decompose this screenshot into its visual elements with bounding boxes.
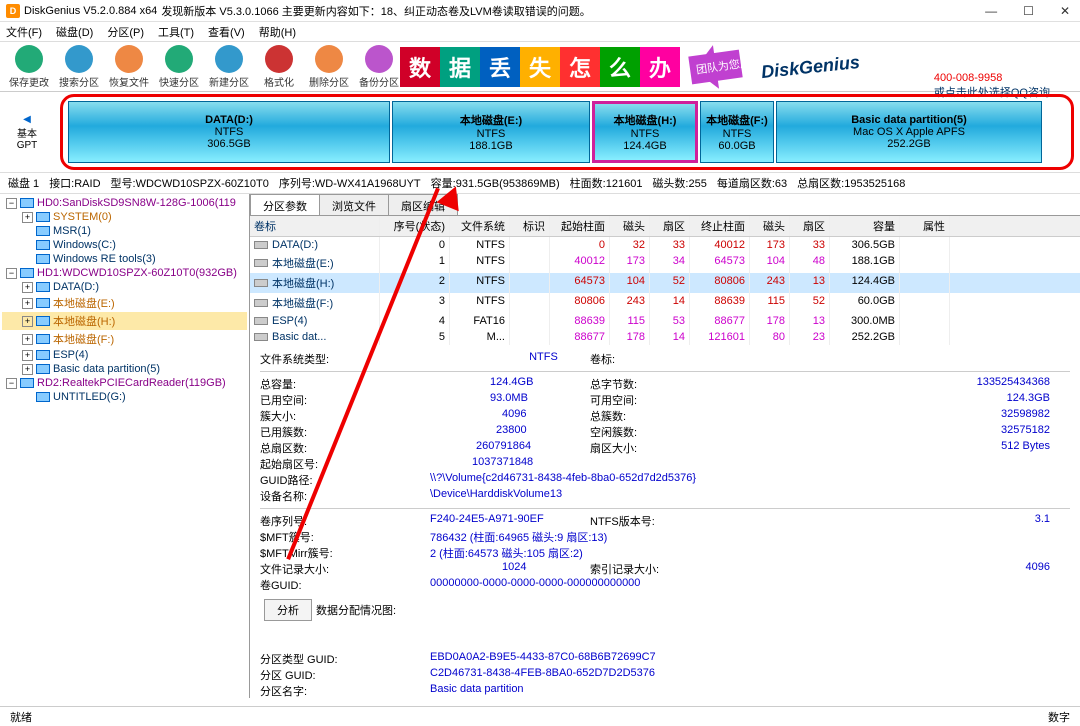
analyze-button[interactable]: 分析 bbox=[264, 599, 312, 621]
tree-node[interactable]: −HD1:WDCWD10SPZX-60Z10T0(932GB) bbox=[2, 266, 247, 280]
table-row[interactable]: ESP(4)4FAT1688639115538867717813300.0MB bbox=[250, 313, 1080, 329]
tree-node[interactable]: Windows RE tools(3) bbox=[2, 252, 247, 266]
tree-node[interactable]: +DATA(D:) bbox=[2, 280, 247, 294]
disk-info-line: 磁盘 1 接口:RAID 型号:WDCWD10SPZX-60Z10T0 序列号:… bbox=[0, 172, 1080, 194]
table-row[interactable]: DATA(D:)0NTFS032334001217333306.5GB bbox=[250, 237, 1080, 253]
tree-node[interactable]: +SYSTEM(0) bbox=[2, 210, 247, 224]
partition-block[interactable]: 本地磁盘(F:)NTFS60.0GB bbox=[700, 101, 774, 163]
menu-item[interactable]: 磁盘(D) bbox=[56, 24, 93, 40]
maximize-button[interactable]: ☐ bbox=[1019, 4, 1038, 18]
brand-text: DiskGenius bbox=[760, 51, 861, 82]
table-row[interactable]: 本地磁盘(F:)3NTFS8080624314886391155260.0GB bbox=[250, 293, 1080, 313]
menu-item[interactable]: 帮助(H) bbox=[259, 24, 296, 40]
menu-item[interactable]: 查看(V) bbox=[208, 24, 245, 40]
back-arrow[interactable]: ◀ bbox=[23, 114, 31, 125]
tree-node[interactable]: UNTITLED(G:) bbox=[2, 390, 247, 404]
toolbar-button[interactable]: 快速分区 bbox=[154, 45, 204, 89]
partition-table[interactable]: 卷标序号(状态)文件系统标识起始柱面磁头扇区终止柱面磁头扇区容量属性 DATA(… bbox=[250, 216, 1080, 345]
tree-node[interactable]: Windows(C:) bbox=[2, 238, 247, 252]
table-row[interactable]: 本地磁盘(H:)2NTFS64573104528080624313124.4GB bbox=[250, 273, 1080, 293]
status-bar: 就绪数字 bbox=[0, 706, 1080, 726]
promo-banner: 数据丢失怎么办 团队为您服务 DiskGenius bbox=[400, 44, 860, 90]
toolbar-button[interactable]: 保存更改 bbox=[4, 45, 54, 89]
tab[interactable]: 浏览文件 bbox=[319, 194, 389, 215]
tree-node[interactable]: +本地磁盘(E:) bbox=[2, 294, 247, 312]
partition-block[interactable]: 本地磁盘(H:)NTFS124.4GB bbox=[592, 101, 698, 163]
table-row[interactable]: 本地磁盘(E:)1NTFS40012173346457310448188.1GB bbox=[250, 253, 1080, 273]
tab-bar: 分区参数浏览文件扇区编辑 bbox=[250, 194, 1080, 216]
partition-block[interactable]: Basic data partition(5)Mac OS X Apple AP… bbox=[776, 101, 1042, 163]
title-bar: D DiskGenius V5.2.0.884 x64 发现新版本 V5.3.0… bbox=[0, 0, 1080, 22]
app-icon: D bbox=[6, 4, 20, 18]
tree-node[interactable]: −RD2:RealtekPCIECardReader(119GB) bbox=[2, 376, 247, 390]
toolbar-button[interactable]: 新建分区 bbox=[204, 45, 254, 89]
toolbar-button[interactable]: 格式化 bbox=[254, 45, 304, 89]
toolbar-button[interactable]: 备份分区 bbox=[354, 45, 404, 89]
update-banner: 发现新版本 V5.3.0.1066 主要更新内容如下：18、纠正动态卷及LVM卷… bbox=[161, 3, 590, 19]
tree-node[interactable]: +Basic data partition(5) bbox=[2, 362, 247, 376]
menu-item[interactable]: 工具(T) bbox=[158, 24, 194, 40]
menu-bar: 文件(F) 磁盘(D) 分区(P) 工具(T) 查看(V) 帮助(H) bbox=[0, 22, 1080, 42]
tree-node[interactable]: MSR(1) bbox=[2, 224, 247, 238]
partition-block[interactable]: 本地磁盘(E:)NTFS188.1GB bbox=[392, 101, 590, 163]
tree-node[interactable]: +本地磁盘(H:) bbox=[2, 312, 247, 330]
minimize-button[interactable]: — bbox=[981, 4, 1001, 18]
tree-node[interactable]: −HD0:SanDiskSD9SN8W-128G-1006(119 bbox=[2, 196, 247, 210]
tab[interactable]: 分区参数 bbox=[250, 194, 320, 215]
menu-item[interactable]: 文件(F) bbox=[6, 24, 42, 40]
promo-arrow: 团队为您服务 bbox=[688, 50, 742, 85]
partition-block[interactable]: DATA(D:)NTFS306.5GB bbox=[68, 101, 390, 163]
menu-item[interactable]: 分区(P) bbox=[107, 24, 144, 40]
disk-tree[interactable]: −HD0:SanDiskSD9SN8W-128G-1006(119+SYSTEM… bbox=[0, 194, 250, 698]
app-title: DiskGenius V5.2.0.884 x64 bbox=[24, 5, 157, 17]
toolbar: 保存更改搜索分区恢复文件快速分区新建分区格式化删除分区备份分区 数据丢失怎么办 … bbox=[0, 42, 1080, 92]
disk-map: DATA(D:)NTFS306.5GB本地磁盘(E:)NTFS188.1GB本地… bbox=[60, 94, 1074, 170]
tree-node[interactable]: +ESP(4) bbox=[2, 348, 247, 362]
toolbar-button[interactable]: 搜索分区 bbox=[54, 45, 104, 89]
close-button[interactable]: ✕ bbox=[1056, 4, 1074, 18]
partition-detail: 文件系统类型:NTFS卷标: 总容量:124.4GB总字节数:133525434… bbox=[250, 345, 1080, 698]
toolbar-button[interactable]: 删除分区 bbox=[304, 45, 354, 89]
tree-node[interactable]: +本地磁盘(F:) bbox=[2, 330, 247, 348]
toolbar-button[interactable]: 恢复文件 bbox=[104, 45, 154, 89]
